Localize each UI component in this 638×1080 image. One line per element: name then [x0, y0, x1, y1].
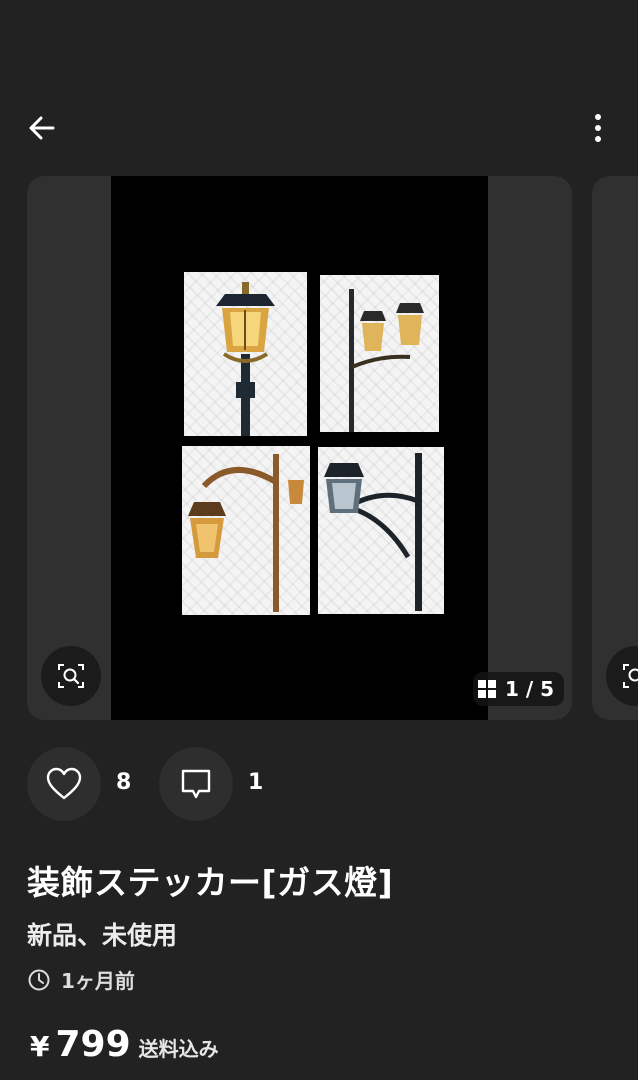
lamp-image-3: [182, 446, 310, 615]
lamp-illustration-3: [188, 454, 304, 612]
image-search-icon: [623, 664, 638, 688]
carousel-slide-next[interactable]: [592, 176, 638, 720]
like-button[interactable]: [27, 747, 101, 821]
lamp-illustration-1: [216, 282, 275, 436]
posted-time-text: 1ヶ月前: [61, 969, 135, 993]
back-button[interactable]: [18, 104, 66, 152]
image-counter: 1 / 5: [473, 672, 565, 706]
price-currency: ¥: [30, 1030, 50, 1063]
item-detail-screen: 1 / 5 8 1 装飾ステッカー[ガス燈] 新品、未使用 1ヶ月前 ¥ 799…: [0, 0, 638, 1080]
product-photo[interactable]: [111, 176, 488, 720]
comment-button[interactable]: [159, 747, 233, 821]
grid-icon: [478, 680, 496, 698]
lamp-illustration-2: [349, 289, 424, 432]
lamp-image-1: [184, 272, 307, 436]
shipping-included-label: 送料込み: [138, 1037, 219, 1061]
comment-outline-icon: [181, 769, 211, 799]
item-title: 装飾ステッカー[ガス燈]: [27, 863, 394, 902]
clock-icon: [28, 969, 50, 990]
visual-search-button-next[interactable]: [606, 646, 638, 706]
more-vertical-icon: [595, 114, 601, 142]
carousel-slide-current[interactable]: 1 / 5: [27, 176, 572, 720]
item-condition: 新品、未使用: [27, 921, 178, 950]
image-carousel[interactable]: 1 / 5: [0, 176, 638, 720]
lamp-image-2: [320, 275, 439, 432]
price: ¥ 799 送料込み: [30, 1024, 219, 1065]
like-count: 8: [116, 770, 132, 795]
comment-count: 1: [248, 770, 264, 795]
lamp-image-4: [318, 447, 444, 614]
visual-search-button[interactable]: [41, 646, 101, 706]
posted-time: 1ヶ月前: [27, 965, 135, 994]
heart-outline-icon: [46, 767, 82, 800]
lamp-illustration-4: [324, 453, 422, 611]
more-options-button[interactable]: [574, 104, 622, 152]
arrow-left-icon: [29, 116, 55, 140]
price-value: 799: [55, 1024, 131, 1065]
image-counter-text: 1 / 5: [505, 677, 555, 701]
image-search-icon: [58, 664, 84, 688]
